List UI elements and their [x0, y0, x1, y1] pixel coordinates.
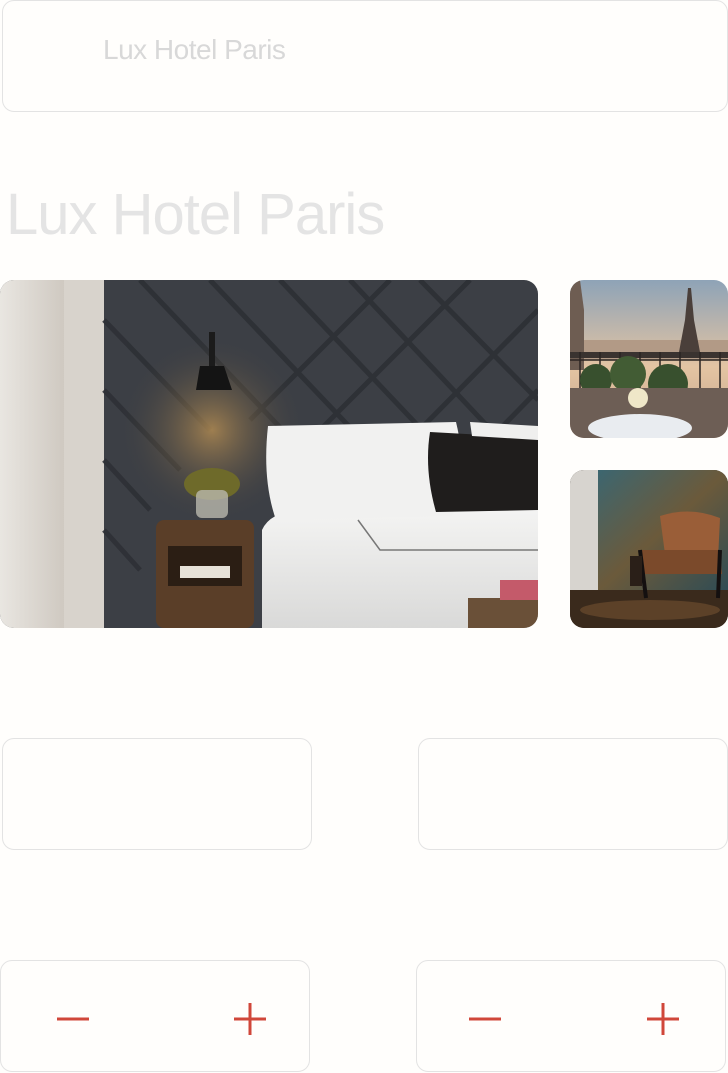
checkout-date-field[interactable]	[418, 738, 728, 850]
bedroom-photo[interactable]	[0, 280, 538, 628]
header-bar: Lux Hotel Paris	[2, 0, 728, 112]
plus-icon	[234, 1003, 266, 1035]
page: Lux Hotel Paris Lux Hotel Paris	[0, 0, 728, 1073]
header-title: Lux Hotel Paris	[103, 34, 286, 65]
page-title: Lux Hotel Paris	[6, 182, 385, 247]
eiffel-tower-terrace-photo[interactable]	[570, 280, 728, 438]
adults-decrement-button[interactable]	[55, 1001, 91, 1037]
minus-icon	[57, 1017, 89, 1021]
leather-armchair-photo[interactable]	[570, 470, 728, 628]
minus-icon	[469, 1017, 501, 1021]
children-stepper	[416, 960, 726, 1072]
adults-stepper	[0, 960, 310, 1072]
adults-increment-button[interactable]	[232, 1001, 268, 1037]
plus-icon	[647, 1003, 679, 1035]
checkin-date-field[interactable]	[2, 738, 312, 850]
children-decrement-button[interactable]	[467, 1001, 503, 1037]
children-increment-button[interactable]	[645, 1001, 681, 1037]
